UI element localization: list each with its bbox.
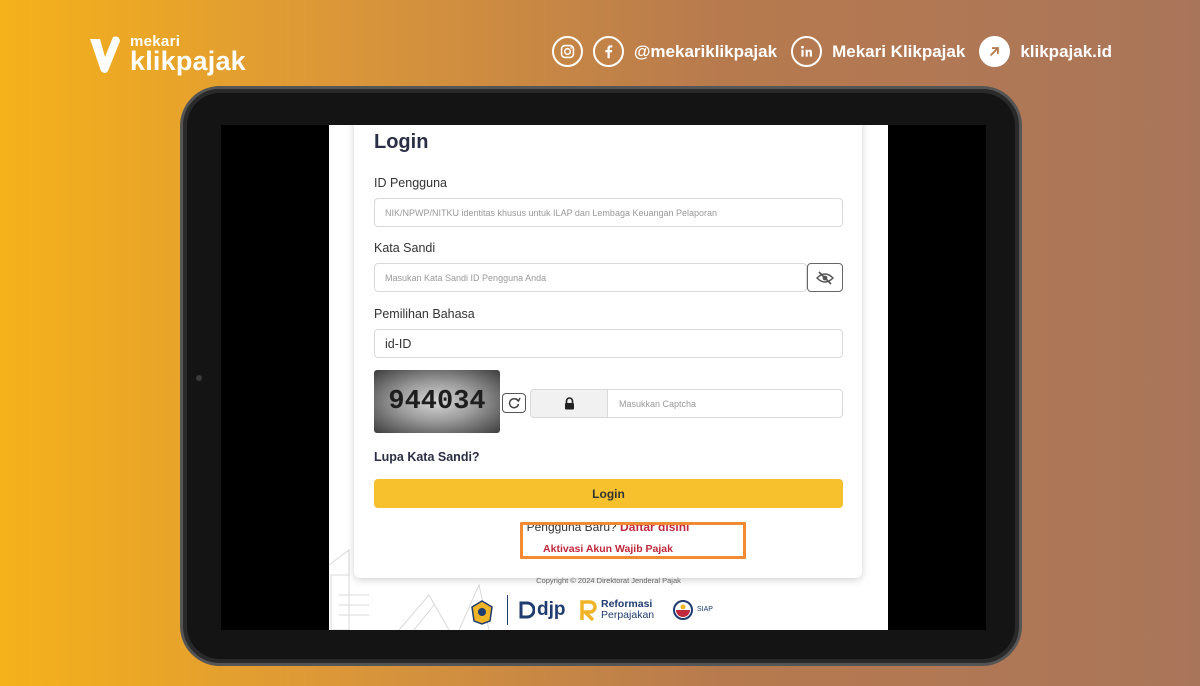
captcha-lock-addon <box>530 389 608 418</box>
social-handle[interactable]: @mekariklikpajak <box>634 42 777 62</box>
refresh-captcha-button[interactable] <box>502 393 526 413</box>
brand-logo: mekari klikpajak <box>88 34 246 75</box>
siap-mark-icon <box>673 600 693 620</box>
login-page: Login ID Pengguna NIK/NPWP/NITKU identit… <box>329 125 888 630</box>
linkedin-name[interactable]: Mekari Klikpajak <box>832 42 965 62</box>
lock-icon <box>564 397 574 410</box>
eye-slash-icon <box>816 270 834 285</box>
kemenkeu-logo <box>469 599 495 625</box>
website-link[interactable]: klikpajak.id <box>1020 42 1112 62</box>
password-label: Kata Sandi <box>374 241 436 255</box>
captcha-input[interactable]: Masukkan Captcha <box>607 389 843 418</box>
password-input[interactable]: Masukan Kata Sandi ID Pengguna Anda <box>374 263 807 292</box>
siap-text: SIAP <box>697 606 713 613</box>
captcha-text: 944034 <box>388 386 486 417</box>
captcha-image: 944034 <box>374 370 500 433</box>
user-id-input[interactable]: NIK/NPWP/NITKU identitas khusus untuk IL… <box>374 198 843 227</box>
brand-big-text: klikpajak <box>130 46 246 76</box>
login-card: Login ID Pengguna NIK/NPWP/NITKU identit… <box>354 125 862 578</box>
reformasi-logo: Reformasi Perpajakan <box>579 599 654 621</box>
footer-divider <box>507 595 508 625</box>
external-link-icon[interactable] <box>979 36 1011 67</box>
djp-mark-icon <box>519 601 535 619</box>
reformasi-mark-icon <box>580 600 597 621</box>
forgot-password-link[interactable]: Lupa Kata Sandi? <box>374 450 480 464</box>
tablet-camera <box>196 375 202 381</box>
siap-logo: SIAP <box>672 599 713 621</box>
toggle-password-button[interactable] <box>807 263 843 292</box>
checkmark-logo-icon <box>90 36 120 73</box>
highlight-box <box>520 522 746 559</box>
login-button[interactable]: Login <box>374 479 843 508</box>
kemenkeu-emblem-icon <box>471 600 493 625</box>
user-id-label: ID Pengguna <box>374 176 447 190</box>
djp-logo: djp <box>519 599 566 621</box>
reformasi-bottom-text: Perpajakan <box>601 609 655 621</box>
language-label: Pemilihan Bahasa <box>374 307 475 321</box>
language-select[interactable]: id-ID <box>374 329 843 358</box>
tablet-screen: Login ID Pengguna NIK/NPWP/NITKU identit… <box>221 125 986 630</box>
djp-text: djp <box>537 599 566 620</box>
refresh-icon <box>508 397 521 409</box>
tablet-frame: Login ID Pengguna NIK/NPWP/NITKU identit… <box>180 86 1022 666</box>
linkedin-icon[interactable] <box>791 36 823 67</box>
copyright-text: Copyright © 2024 Direktorat Jenderal Paj… <box>536 576 681 585</box>
social-links: @mekariklikpajak Mekari Klikpajak klikpa… <box>551 36 1112 67</box>
facebook-icon[interactable] <box>592 36 624 67</box>
login-title: Login <box>374 131 429 153</box>
instagram-icon[interactable] <box>551 36 583 67</box>
footer-logos: djp Reformasi Perpajakan SIAP <box>329 593 888 630</box>
